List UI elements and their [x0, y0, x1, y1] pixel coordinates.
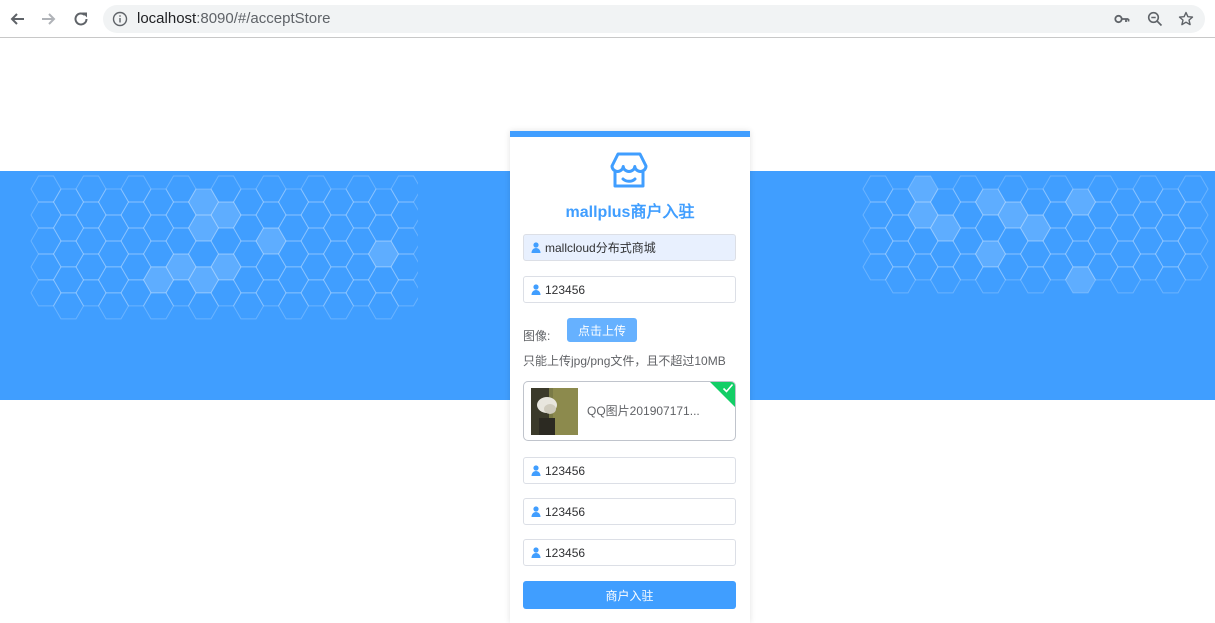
store-name-input[interactable] [545, 235, 733, 260]
url-host: localhost [137, 10, 197, 27]
image-label: 图像: [523, 329, 551, 343]
key-icon[interactable] [1114, 11, 1130, 27]
store-icon [610, 152, 648, 188]
info-icon[interactable] [112, 11, 128, 27]
field-4[interactable] [523, 498, 736, 525]
store-name-field[interactable] [523, 234, 736, 261]
page-title: mallplus商户入驻 [565, 204, 695, 221]
user-icon [531, 506, 541, 517]
user-icon [531, 242, 541, 253]
submit-button[interactable]: 商户入驻 [523, 581, 736, 609]
uploaded-file-item[interactable]: QQ图片201907171... [523, 381, 736, 441]
address-bar[interactable]: localhost:8090/#/acceptStore [103, 5, 1205, 33]
url-text[interactable]: localhost:8090/#/acceptStore [137, 10, 330, 28]
field-5[interactable] [523, 539, 736, 566]
field-3[interactable] [523, 457, 736, 484]
upload-tip: 只能上传jpg/png文件，且不超过10MB [523, 354, 726, 368]
zoom-icon[interactable] [1147, 11, 1163, 27]
browser-toolbar: localhost:8090/#/acceptStore [0, 0, 1215, 38]
file-thumbnail [531, 388, 578, 435]
merchant-register-card: mallplus商户入驻 图像: 点击上传 只能上传jpg/png文件，且不超过… [510, 131, 750, 623]
upload-button[interactable]: 点击上传 [567, 318, 637, 342]
file-name: QQ图片201907171... [587, 404, 700, 418]
field-3-input[interactable] [545, 458, 733, 483]
hexagon-pattern-left [30, 175, 418, 320]
hexagon-pattern-right [862, 175, 1209, 294]
check-icon [722, 383, 734, 393]
reload-icon[interactable] [68, 6, 94, 32]
user-icon [531, 465, 541, 476]
url-path: :8090/#/acceptStore [196, 10, 331, 27]
back-icon[interactable] [4, 6, 30, 32]
user-icon [531, 284, 541, 295]
field-2[interactable] [523, 276, 736, 303]
star-icon[interactable] [1178, 11, 1194, 27]
field-4-input[interactable] [545, 499, 733, 524]
field-2-input[interactable] [545, 277, 733, 302]
field-5-input[interactable] [545, 540, 733, 565]
forward-icon[interactable] [36, 6, 62, 32]
user-icon [531, 547, 541, 558]
